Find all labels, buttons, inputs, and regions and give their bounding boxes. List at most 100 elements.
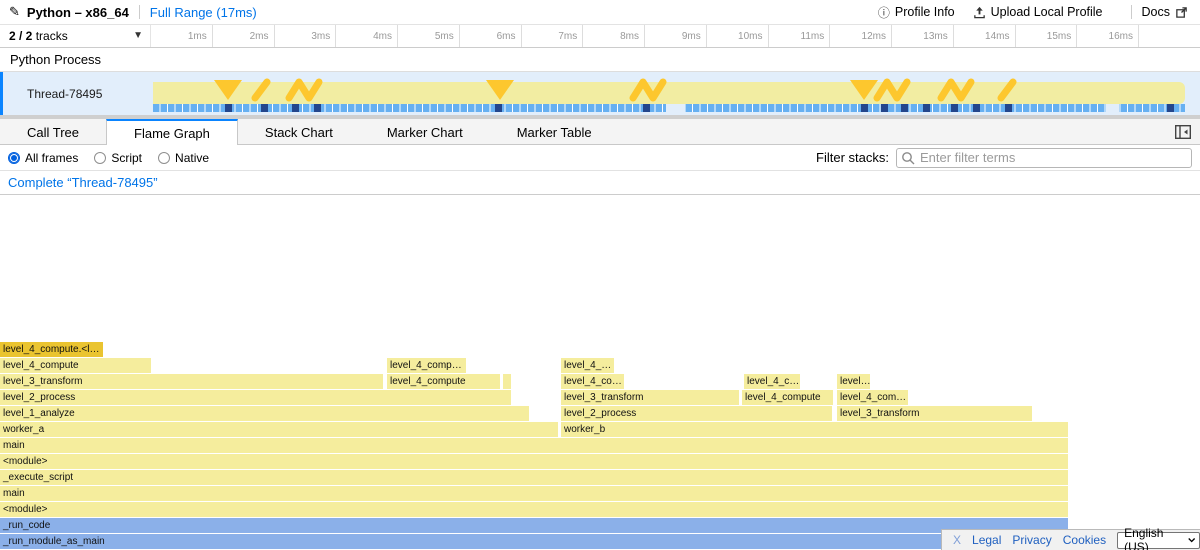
footer-links: X Legal Privacy Cookies xyxy=(953,533,1106,547)
upload-profile-button[interactable]: Upload Local Profile xyxy=(973,5,1103,19)
open-sidebar-icon[interactable] xyxy=(1175,125,1191,139)
ruler-tick: 10ms xyxy=(707,25,769,47)
profile-title: Python – x86_64 xyxy=(27,5,129,20)
footer-link-legal[interactable]: Legal xyxy=(972,533,1001,547)
flame-box[interactable] xyxy=(503,374,511,389)
process-track-label: Python Process xyxy=(10,52,101,67)
ruler-tick: 16ms xyxy=(1077,25,1139,47)
flame-box-worker_b[interactable]: worker_b xyxy=(561,422,1068,437)
flame-box-level_3_transform[interactable]: level_3_transform xyxy=(837,406,1032,421)
flame-box-level_4_compute[interactable]: level_4_compute xyxy=(742,390,833,405)
ruler-tick: 4ms xyxy=(336,25,398,47)
breadcrumb[interactable]: Complete “Thread-78495” xyxy=(8,175,158,190)
flame-box-main[interactable]: main xyxy=(0,438,1068,453)
radio-script[interactable]: Script xyxy=(94,151,142,165)
language-value: English (US) xyxy=(1124,526,1174,550)
info-icon: ⓘ xyxy=(878,4,890,21)
ruler-tick: 3ms xyxy=(275,25,337,47)
flame-box-module[interactable]: <module> xyxy=(0,454,1068,469)
ruler-tick: 13ms xyxy=(892,25,954,47)
radio-native[interactable]: Native xyxy=(158,151,209,165)
flame-box-level_2_process[interactable]: level_2_process xyxy=(0,390,511,405)
tracks-word: tracks xyxy=(36,29,68,43)
app-header: ✎ Python – x86_64 Full Range (17ms) ⓘ Pr… xyxy=(0,0,1200,25)
flame-box-level_3_transform[interactable]: level_3_transform xyxy=(561,390,739,405)
flame-box-level_4_com[interactable]: level_4_com… xyxy=(837,390,908,405)
radio-label: All frames xyxy=(25,151,78,165)
tab-call-tree[interactable]: Call Tree xyxy=(0,119,106,144)
flame-box-level_4_compute[interactable]: level_4_compute xyxy=(387,374,500,389)
profile-info-label: Profile Info xyxy=(895,5,955,19)
activity-spike xyxy=(214,80,242,100)
sample-cluster-mark xyxy=(225,104,232,112)
sample-density-strip[interactable] xyxy=(153,104,1185,112)
track-python-process[interactable]: Python Process xyxy=(0,48,1200,72)
language-select[interactable]: English (US) xyxy=(1117,532,1200,549)
tab-marker-table[interactable]: Marker Table xyxy=(490,119,619,144)
flame-box-level_1_analyze[interactable]: level_1_analyze xyxy=(0,406,529,421)
external-link-icon xyxy=(1175,6,1188,19)
flame-box-level_4_compute[interactable]: level_4_compute xyxy=(0,358,151,373)
chevron-down-icon[interactable]: ▼ xyxy=(133,30,143,41)
divider xyxy=(1131,5,1132,19)
flame-box-level_3_transform[interactable]: level_3_transform xyxy=(0,374,383,389)
footer-link-x[interactable]: X xyxy=(953,533,961,547)
sample-cluster-mark xyxy=(1005,104,1012,112)
radio-all-frames[interactable]: All frames xyxy=(8,151,78,165)
flame-box-_run_module_as_main[interactable]: _run_module_as_main xyxy=(0,534,1068,549)
sample-cluster-mark xyxy=(923,104,930,112)
flame-box-_execute_script[interactable]: _execute_script xyxy=(0,470,1068,485)
flame-box-level_4_c[interactable]: level_4_c… xyxy=(744,374,800,389)
ruler-tick: 14ms xyxy=(954,25,1016,47)
flame-box-level[interactable]: level… xyxy=(837,374,870,389)
footer-link-privacy[interactable]: Privacy xyxy=(1012,533,1051,547)
sample-cluster-mark xyxy=(261,104,268,112)
footer: X Legal Privacy Cookies English (US) xyxy=(941,529,1200,550)
flame-box-level_4_[interactable]: level_4_… xyxy=(561,358,614,373)
tracks-dropdown[interactable]: 2 / 2 tracks ▼ xyxy=(0,25,150,47)
footer-link-cookies[interactable]: Cookies xyxy=(1063,533,1106,547)
tab-flame-graph[interactable]: Flame Graph xyxy=(106,119,238,145)
ruler-tick: 8ms xyxy=(583,25,645,47)
docs-link[interactable]: Docs xyxy=(1142,5,1188,19)
frame-filter-radios: All frames Script Native xyxy=(8,151,209,165)
profile-info-button[interactable]: ⓘ Profile Info xyxy=(878,4,955,21)
sample-cluster-mark xyxy=(314,104,321,112)
sample-gap xyxy=(666,104,685,112)
radio-label: Native xyxy=(175,151,209,165)
flame-box-module[interactable]: <module> xyxy=(0,502,1068,517)
track-thread-78495[interactable]: Thread-78495 xyxy=(0,72,1200,115)
flame-box-worker_a[interactable]: worker_a xyxy=(0,422,558,437)
radio-selected-icon[interactable] xyxy=(8,152,20,164)
ruler-tick: 9ms xyxy=(645,25,707,47)
activity-spike xyxy=(941,82,971,98)
flame-graph-canvas[interactable]: level_4_compute.<l…level_4_computelevel_… xyxy=(0,195,1200,550)
tab-marker-chart[interactable]: Marker Chart xyxy=(360,119,490,144)
activity-spike xyxy=(486,80,514,100)
upload-icon xyxy=(973,6,986,19)
tracks-count: 2 / 2 xyxy=(9,29,32,43)
filter-stacks-input[interactable] xyxy=(896,148,1192,168)
radio-icon[interactable] xyxy=(94,152,106,164)
sample-cluster-mark xyxy=(643,104,650,112)
flame-box-level_4_co[interactable]: level_4_co… xyxy=(561,374,624,389)
ruler-tick: 1ms xyxy=(151,25,213,47)
activity-spike xyxy=(633,82,663,98)
breadcrumb-row: Complete “Thread-78495” xyxy=(0,171,1200,195)
ruler-tick: 6ms xyxy=(460,25,522,47)
radio-icon[interactable] xyxy=(158,152,170,164)
flame-box-level_4_comp[interactable]: level_4_comp… xyxy=(387,358,466,373)
divider xyxy=(139,5,140,19)
edit-profile-name-icon[interactable]: ✎ xyxy=(9,4,20,20)
tab-stack-chart[interactable]: Stack Chart xyxy=(238,119,360,144)
full-range-button[interactable]: Full Range (17ms) xyxy=(150,5,257,20)
flame-box-main[interactable]: main xyxy=(0,486,1068,501)
radio-label: Script xyxy=(111,151,142,165)
sample-cluster-mark xyxy=(1167,104,1174,112)
sample-cluster-mark xyxy=(292,104,299,112)
flame-box-_run_code[interactable]: _run_code xyxy=(0,518,1068,533)
sample-gap xyxy=(1106,104,1119,112)
flame-box-level_4_compute-l[interactable]: level_4_compute.<l… xyxy=(0,342,103,357)
cpu-spike-graph xyxy=(153,72,1185,104)
flame-box-level_2_process[interactable]: level_2_process xyxy=(561,406,832,421)
